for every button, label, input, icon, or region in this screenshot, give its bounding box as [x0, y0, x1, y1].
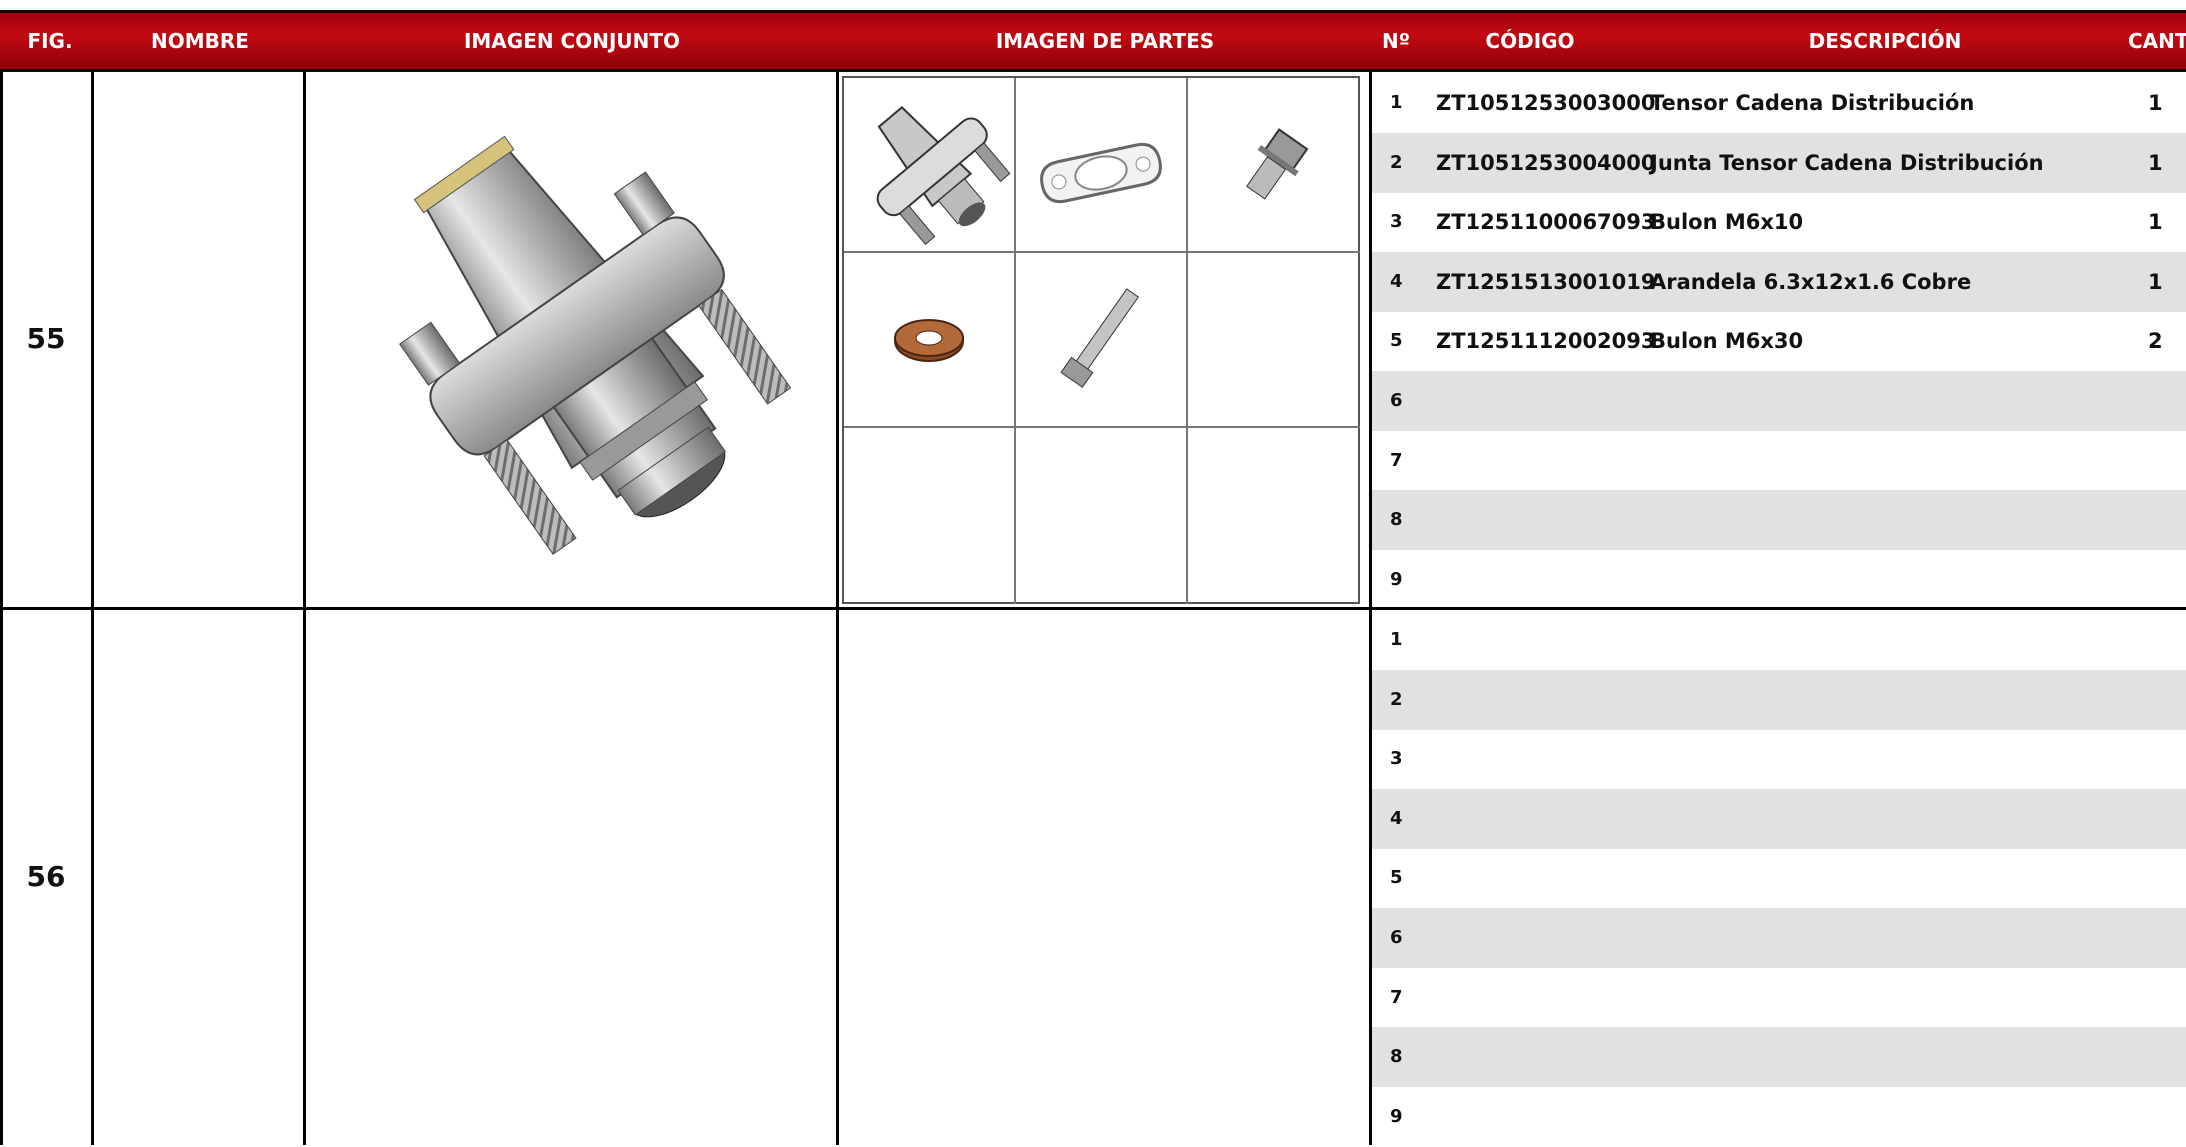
row-number: 5: [1390, 330, 1403, 352]
fig-number: 55: [26, 322, 66, 355]
header-codigo: CÓDIGO: [1485, 29, 1575, 53]
part-code: ZT1251112002093: [1436, 329, 1656, 354]
row-number: 4: [1390, 807, 1403, 829]
table-row: 1: [1372, 610, 2186, 670]
part-code: ZT1051253003000: [1436, 91, 1656, 115]
header-numero: Nº: [1381, 29, 1411, 53]
part-code: ZT1251513001019: [1436, 269, 1656, 294]
table-row: 6: [1372, 371, 2186, 431]
table-row: 4: [1372, 788, 2186, 849]
row-number: 9: [1390, 568, 1403, 590]
part-cell: [1016, 253, 1188, 428]
row-number: 9: [1390, 1105, 1403, 1127]
table-row: 7: [1372, 968, 2186, 1028]
table-row: 9: [1372, 1087, 2186, 1147]
part-quantity: 1: [2148, 210, 2163, 235]
row-number: 8: [1390, 1046, 1403, 1068]
part-description: Junta Tensor Cadena Distribución: [1650, 150, 2044, 175]
table-row: 4 ZT1251513001019 Arandela 6.3x12x1.6 Cobr…: [1372, 251, 2186, 312]
part-quantity: 2: [2148, 329, 2163, 354]
copper-washer-icon: [894, 319, 964, 362]
group-divider: [0, 607, 2186, 610]
table-row: 8: [1372, 1027, 2186, 1088]
row-number: 1: [1390, 629, 1403, 650]
part-description: Tensor Cadena Distribución: [1650, 91, 1975, 115]
part-description: Bulon M6x30: [1650, 329, 1804, 354]
gasket-icon: [1040, 142, 1162, 204]
part-quantity: 1: [2148, 91, 2163, 115]
bolt-long-icon: [1060, 288, 1139, 388]
header-nombre: NOMBRE: [151, 29, 249, 53]
part-quantity: 1: [2148, 150, 2163, 175]
parts-catalog-page: FIG. NOMBRE IMAGEN CONJUNTO IMAGEN DE PA…: [0, 0, 2186, 1145]
part-cell: [1016, 428, 1188, 604]
table-row: 2: [1372, 669, 2186, 730]
row-number: 6: [1390, 927, 1403, 948]
table-row: 6: [1372, 908, 2186, 968]
row-number: 7: [1390, 986, 1403, 1008]
row-number: 2: [1390, 688, 1403, 710]
header-descripcion: DESCRIPCIÓN: [1808, 29, 1962, 53]
part-code: ZT1051253004000: [1436, 150, 1656, 175]
row-number: 3: [1390, 211, 1403, 233]
row-number: 4: [1390, 270, 1403, 292]
tensor-assembly-image: [399, 135, 792, 555]
table-row: 3: [1372, 729, 2186, 789]
row-number: 7: [1390, 449, 1403, 471]
header-cantidad: CANT.: [2128, 29, 2186, 53]
part-cell: [844, 253, 1016, 428]
parts-image-grid: [842, 76, 1360, 604]
table-row: 2 ZT1051253004000 Junta Tensor Cadena Dist…: [1372, 132, 2186, 193]
table-row: 8: [1372, 490, 2186, 551]
part-cell: [844, 428, 1016, 604]
row-number: 5: [1390, 867, 1403, 889]
part-cell: [844, 78, 1016, 253]
table-row: 5 ZT1251112002093 Bulon M6x30 2: [1372, 311, 2186, 371]
part-quantity: 1: [2148, 269, 2163, 294]
tensor-icon: [876, 106, 1011, 246]
header-fig: FIG.: [27, 29, 73, 53]
table-row: 1 ZT1051253003000 Tensor Cadena Distribuci…: [1372, 73, 2186, 133]
part-cell: [1188, 78, 1360, 253]
row-number: 2: [1390, 151, 1403, 173]
table-row: 3 ZT1251100067093 Bulon M6x10 1: [1372, 192, 2186, 252]
part-cell: [1188, 428, 1360, 604]
bolt-short-icon: [1246, 128, 1309, 200]
header-imagen-partes: IMAGEN DE PARTES: [995, 29, 1215, 53]
part-code: ZT1251100067093: [1436, 210, 1656, 235]
row-number: 6: [1390, 390, 1403, 411]
part-description: Bulon M6x10: [1650, 210, 1804, 235]
part-cell: [1188, 253, 1360, 428]
header-imagen-conjunto: IMAGEN CONJUNTO: [463, 29, 681, 53]
table-header: FIG. NOMBRE IMAGEN CONJUNTO IMAGEN DE PA…: [0, 10, 2186, 72]
row-number: 3: [1390, 748, 1403, 770]
table-row: 5: [1372, 848, 2186, 908]
part-description: Arandela 6.3x12x1.6 Cobre: [1650, 269, 1972, 294]
row-number: 1: [1390, 92, 1403, 113]
fig-number: 56: [26, 860, 66, 893]
row-number: 8: [1390, 509, 1403, 531]
table-row: 9: [1372, 550, 2186, 610]
part-cell: [1016, 78, 1188, 253]
table-row: 7: [1372, 431, 2186, 491]
